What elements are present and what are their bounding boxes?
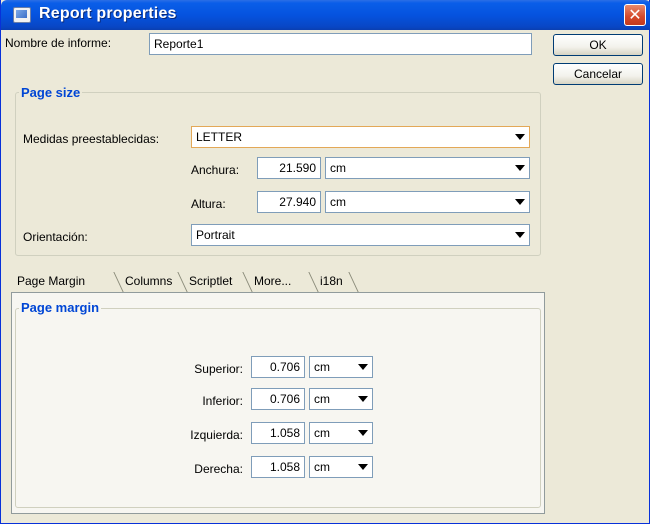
title-bar[interactable]: Report properties ✕: [1, 0, 650, 30]
margin-top-label: Superior:: [194, 362, 243, 376]
window-title: Report properties: [39, 5, 177, 22]
tab-separator: [242, 272, 253, 292]
chevron-down-icon: [515, 232, 525, 238]
height-input[interactable]: 27.940: [257, 191, 321, 213]
close-button[interactable]: ✕: [624, 4, 646, 26]
margin-right-input[interactable]: 1.058: [251, 456, 305, 478]
report-name-label: Nombre de informe:: [5, 36, 112, 50]
chevron-down-icon: [358, 430, 368, 436]
margin-bottom-input[interactable]: 0.706: [251, 388, 305, 410]
tab-separator: [177, 272, 188, 292]
tab-columns[interactable]: Columns: [125, 270, 172, 292]
height-unit-value: cm: [330, 195, 346, 209]
chevron-down-icon: [358, 396, 368, 402]
page-margin-title: Page margin: [19, 300, 102, 315]
margin-right-label: Derecha:: [194, 462, 243, 476]
margin-top-unit-value: cm: [314, 360, 330, 374]
page-size-title: Page size: [19, 85, 83, 100]
ok-button[interactable]: OK: [553, 34, 643, 56]
tab-scriptlet[interactable]: Scriptlet: [189, 270, 232, 292]
height-unit-select[interactable]: cm: [325, 191, 530, 213]
report-name-input[interactable]: Reporte1: [149, 33, 532, 55]
tab-separator: [308, 272, 319, 292]
tab-more[interactable]: More...: [254, 270, 291, 292]
orientation-select[interactable]: Portrait: [191, 224, 530, 246]
report-icon: [13, 7, 31, 23]
margin-left-input[interactable]: 1.058: [251, 422, 305, 444]
chevron-down-icon: [358, 364, 368, 370]
width-input[interactable]: 21.590: [257, 157, 321, 179]
report-properties-dialog: Report properties ✕ Nombre de informe: R…: [0, 0, 650, 524]
width-unit-select[interactable]: cm: [325, 157, 530, 179]
margin-left-unit-select[interactable]: cm: [309, 422, 373, 444]
margin-left-unit-value: cm: [314, 426, 330, 440]
close-icon: ✕: [628, 5, 642, 24]
margin-bottom-unit-select[interactable]: cm: [309, 388, 373, 410]
tab-separator: [348, 272, 359, 292]
preset-sizes-label: Medidas preestablecidas:: [23, 132, 160, 146]
margin-left-label: Izquierda:: [190, 428, 243, 442]
width-unit-value: cm: [330, 161, 346, 175]
width-label: Anchura:: [191, 163, 240, 177]
margin-top-input[interactable]: 0.706: [251, 356, 305, 378]
margin-top-unit-select[interactable]: cm: [309, 356, 373, 378]
chevron-down-icon: [358, 464, 368, 470]
preset-sizes-value: LETTER: [196, 130, 243, 144]
chevron-down-icon: [515, 165, 525, 171]
preset-sizes-select[interactable]: LETTER: [191, 126, 530, 148]
margin-bottom-unit-value: cm: [314, 392, 330, 406]
tab-i18n[interactable]: i18n: [320, 270, 343, 292]
tab-page-margin[interactable]: Page Margin: [17, 270, 85, 292]
orientation-value: Portrait: [196, 228, 235, 242]
orientation-label: Orientación:: [23, 230, 88, 244]
margin-bottom-label: Inferior:: [202, 394, 243, 408]
chevron-down-icon: [515, 199, 525, 205]
cancel-button[interactable]: Cancelar: [553, 63, 643, 85]
margin-right-unit-select[interactable]: cm: [309, 456, 373, 478]
margin-right-unit-value: cm: [314, 460, 330, 474]
height-label: Altura:: [191, 197, 226, 211]
chevron-down-icon: [515, 134, 525, 140]
tab-separator: [113, 272, 124, 292]
